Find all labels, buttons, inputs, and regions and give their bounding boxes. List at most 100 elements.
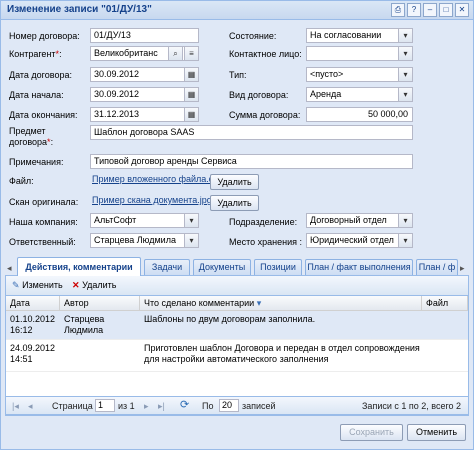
per-page-input[interactable]: 20 bbox=[219, 399, 239, 412]
delete-button-label: Удалить bbox=[82, 280, 117, 290]
contract-date-label: Дата договора: bbox=[9, 70, 72, 80]
window-title: Изменение записи "01/ДУ/13" bbox=[7, 4, 152, 15]
tab-positions[interactable]: Позиции bbox=[254, 259, 302, 275]
scan-label: Скан оригинала: bbox=[9, 197, 79, 207]
responsible-label: Ответственный: bbox=[9, 237, 76, 247]
calendar-icon[interactable]: ▦ bbox=[184, 108, 198, 121]
calendar-icon[interactable]: ▦ bbox=[184, 68, 198, 81]
start-date-field[interactable]: 30.09.2012 ▦ bbox=[90, 87, 199, 102]
row-comment: Приготовлен шаблон Договора и передан в … bbox=[144, 343, 420, 353]
kind-select[interactable]: Аренда ▾ bbox=[306, 87, 413, 102]
chevron-down-icon[interactable]: ▾ bbox=[398, 88, 412, 101]
kind-value: Аренда bbox=[310, 89, 342, 99]
search-icon[interactable]: ⌕ bbox=[168, 47, 183, 60]
maximize-icon[interactable]: □ bbox=[439, 3, 453, 17]
number-field[interactable]: 01/ДУ/13 bbox=[90, 28, 199, 43]
chevron-down-icon[interactable]: ▾ bbox=[184, 214, 198, 227]
division-select[interactable]: Договорный отдел ▾ bbox=[306, 213, 413, 228]
edit-button-label: Изменить bbox=[22, 280, 63, 290]
prev-page-icon[interactable]: ◂ bbox=[28, 400, 33, 412]
next-page-icon[interactable]: ▸ bbox=[144, 400, 149, 412]
tab-plan-fact[interactable]: План / факт выполнения bbox=[305, 259, 413, 275]
contractor-label: Контрагент*: bbox=[9, 49, 62, 59]
storage-select[interactable]: Юридический отдел ▾ bbox=[306, 233, 413, 248]
contract-date-field[interactable]: 30.09.2012 ▦ bbox=[90, 67, 199, 82]
column-author[interactable]: Автор bbox=[60, 296, 140, 310]
state-select[interactable]: На согласовании ▾ bbox=[306, 28, 413, 43]
delete-file-button[interactable]: Удалить bbox=[210, 174, 259, 190]
chevron-down-icon[interactable]: ▾ bbox=[398, 214, 412, 227]
minimize-icon[interactable]: – bbox=[423, 3, 437, 17]
sum-field[interactable]: 50 000,00 bbox=[306, 107, 413, 122]
per-page-suffix: записей bbox=[242, 401, 276, 411]
page-count: из 1 bbox=[118, 401, 135, 411]
scroll-left-icon[interactable]: ◂ bbox=[7, 262, 12, 274]
state-label: Состояние: bbox=[229, 31, 277, 41]
contractor-field[interactable]: Великобританс ⌕ ≡ bbox=[90, 46, 199, 61]
cancel-button[interactable]: Отменить bbox=[407, 424, 466, 441]
required-mark: * bbox=[47, 137, 51, 147]
sort-desc-icon: ▾ bbox=[256, 298, 262, 308]
tab-actions-comments[interactable]: Действия, комментарии bbox=[17, 257, 141, 276]
end-date-field[interactable]: 31.12.2013 ▦ bbox=[90, 107, 199, 122]
column-comment[interactable]: Что сделано комментарии ▾ bbox=[140, 296, 422, 310]
comments-toolbar: ✎ Изменить ✕ Удалить bbox=[6, 276, 468, 296]
company-value: АльтСофт bbox=[94, 215, 137, 225]
open-list-icon[interactable]: ≡ bbox=[184, 47, 198, 60]
company-select[interactable]: АльтСофт ▾ bbox=[90, 213, 199, 228]
records-summary: Записи с 1 по 2, всего 2 bbox=[362, 401, 462, 411]
row-comment-2: для настройки автоматического заполнения bbox=[144, 354, 329, 364]
notes-field[interactable]: Типовой договор аренды Сервиса bbox=[90, 154, 413, 169]
edit-button[interactable]: ✎ Изменить bbox=[12, 278, 63, 293]
tab-documents[interactable]: Документы bbox=[193, 259, 251, 275]
chevron-down-icon[interactable]: ▾ bbox=[398, 68, 412, 81]
end-date-value: 31.12.2013 bbox=[94, 109, 140, 119]
chevron-down-icon[interactable]: ▾ bbox=[398, 47, 412, 60]
tab-plan-fact-2[interactable]: План / ф bbox=[416, 259, 458, 275]
division-value: Договорный отдел bbox=[310, 215, 387, 225]
chevron-down-icon[interactable]: ▾ bbox=[398, 29, 412, 42]
close-icon[interactable]: ✕ bbox=[455, 3, 469, 17]
type-value: <пусто> bbox=[310, 69, 344, 79]
chevron-down-icon[interactable]: ▾ bbox=[398, 234, 412, 247]
number-label: Номер договора: bbox=[9, 31, 80, 41]
paging-toolbar: |◂ ◂ Страница 1 из 1 ▸ ▸| ⟳ По 20 записе… bbox=[5, 396, 469, 415]
comments-panel: ✎ Изменить ✕ Удалить Дата Автор Что сдел… bbox=[5, 276, 469, 416]
table-row[interactable]: 24.09.2012 14:51 Приготовлен шаблон Дого… bbox=[6, 340, 468, 372]
chevron-down-icon[interactable]: ▾ bbox=[184, 234, 198, 247]
column-date[interactable]: Дата bbox=[6, 296, 60, 310]
save-button[interactable]: Сохранить bbox=[340, 424, 403, 441]
calendar-icon[interactable]: ▦ bbox=[184, 88, 198, 101]
storage-label: Место хранения : bbox=[229, 237, 302, 247]
row-time: 14:51 bbox=[10, 354, 33, 364]
row-time: 16:12 bbox=[10, 325, 33, 335]
print-icon[interactable]: ⎙ bbox=[391, 3, 405, 17]
tab-strip: ◂ Действия, комментарии Задачи Документы… bbox=[5, 257, 469, 276]
grid-header: Дата Автор Что сделано комментарии ▾ Фай… bbox=[6, 296, 468, 311]
window-titlebar[interactable]: Изменение записи "01/ДУ/13" ⎙ ? – □ ✕ bbox=[1, 1, 473, 20]
notes-label: Примечания: bbox=[9, 157, 64, 167]
scroll-right-icon[interactable]: ▸ bbox=[460, 262, 465, 274]
column-file[interactable]: Файл bbox=[422, 296, 468, 310]
type-select[interactable]: <пусто> ▾ bbox=[306, 67, 413, 82]
required-mark: * bbox=[55, 49, 60, 59]
refresh-icon[interactable]: ⟳ bbox=[180, 399, 189, 411]
end-date-label: Дата окончания: bbox=[9, 110, 78, 120]
delete-scan-button[interactable]: Удалить bbox=[210, 195, 259, 211]
subject-field[interactable]: Шаблон договора SAAS bbox=[90, 125, 413, 140]
scan-link[interactable]: Пример скана документа.jpg bbox=[92, 195, 212, 205]
contractor-value: Великобританс bbox=[94, 48, 158, 58]
file-link[interactable]: Пример вложенного файла.do bbox=[92, 174, 219, 184]
first-page-icon[interactable]: |◂ bbox=[12, 400, 19, 412]
delete-button[interactable]: ✕ Удалить bbox=[72, 278, 116, 293]
responsible-select[interactable]: Старцева Людмила ▾ bbox=[90, 233, 199, 248]
contract-date-value: 30.09.2012 bbox=[94, 69, 140, 79]
contractor-label-text: Контрагент bbox=[9, 49, 56, 59]
contact-select[interactable]: ▾ bbox=[306, 46, 413, 61]
last-page-icon[interactable]: ▸| bbox=[158, 400, 165, 412]
tab-tasks[interactable]: Задачи bbox=[144, 259, 190, 275]
subject-label-line2: договора*: bbox=[9, 137, 54, 147]
help-icon[interactable]: ? bbox=[407, 3, 421, 17]
page-input[interactable]: 1 bbox=[95, 399, 115, 412]
table-row[interactable]: 01.10.2012 16:12 Старцева Людмила Шаблон… bbox=[6, 311, 468, 340]
